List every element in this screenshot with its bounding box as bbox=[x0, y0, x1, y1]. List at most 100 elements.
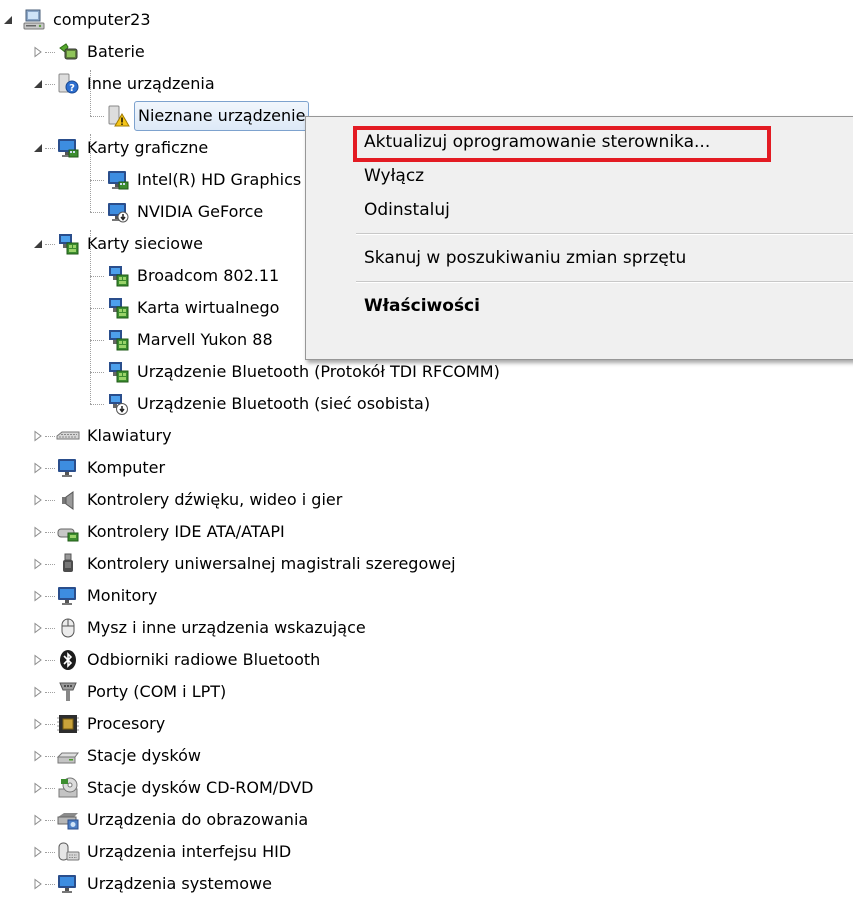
expand-arrow-icon[interactable] bbox=[32, 622, 44, 634]
tree-row-label[interactable]: computer23 bbox=[50, 4, 154, 36]
tree-row-label[interactable]: Karty sieciowe bbox=[84, 228, 206, 260]
tree-row-label[interactable]: Marvell Yukon 88 bbox=[134, 324, 276, 356]
tree-row-label[interactable]: NVIDIA GeForce bbox=[134, 196, 266, 228]
tree-connector-line bbox=[90, 404, 104, 405]
tree-connector-line bbox=[90, 134, 91, 212]
tree-row[interactable]: Klawiatury bbox=[0, 420, 853, 452]
tree-row-label[interactable]: Inne urządzenia bbox=[84, 68, 218, 100]
network-adapter-icon bbox=[106, 296, 130, 320]
expand-arrow-icon[interactable] bbox=[32, 718, 44, 730]
imaging-device-icon bbox=[56, 808, 80, 832]
tree-row-label[interactable]: Porty (COM i LPT) bbox=[84, 676, 229, 708]
tree-row-label[interactable]: Broadcom 802.11 bbox=[134, 260, 282, 292]
menu-item-wylacz[interactable]: Wyłącz bbox=[364, 159, 424, 193]
warning-device-icon bbox=[106, 104, 130, 128]
tree-row-label[interactable]: Stacje dysków CD-ROM/DVD bbox=[84, 772, 317, 804]
expand-arrow-icon[interactable] bbox=[32, 590, 44, 602]
tree-connector-line bbox=[90, 212, 104, 213]
tree-row-label[interactable]: Kontrolery uniwersalnej magistrali szere… bbox=[84, 548, 459, 580]
tree-row-label[interactable]: Odbiorniki radiowe Bluetooth bbox=[84, 644, 323, 676]
collapse-arrow-icon[interactable] bbox=[2, 14, 14, 26]
tree-row-label[interactable]: Komputer bbox=[84, 452, 168, 484]
tree-row-label[interactable]: Baterie bbox=[84, 36, 148, 68]
tree-row[interactable]: Urządzenie Bluetooth (sieć osobista) bbox=[0, 388, 853, 420]
tree-row-label[interactable]: Urządzenie Bluetooth (sieć osobista) bbox=[134, 388, 433, 420]
tree-connector-line bbox=[45, 660, 55, 661]
tree-row[interactable]: Stacje dysków bbox=[0, 740, 853, 772]
tree-row-label[interactable]: Monitory bbox=[84, 580, 160, 612]
tree-row-label[interactable]: Stacje dysków bbox=[84, 740, 204, 772]
tree-row-label[interactable]: Urządzenia systemowe bbox=[84, 868, 275, 900]
tree-row[interactable]: Porty (COM i LPT) bbox=[0, 676, 853, 708]
port-icon bbox=[56, 680, 80, 704]
tree-row[interactable]: Procesory bbox=[0, 708, 853, 740]
tree-row[interactable]: Kontrolery uniwersalnej magistrali szere… bbox=[0, 548, 853, 580]
network-adapter-icon bbox=[106, 328, 130, 352]
network-adapter-icon bbox=[106, 264, 130, 288]
tree-row-label[interactable]: Intel(R) HD Graphics bbox=[134, 164, 304, 196]
expand-arrow-icon[interactable] bbox=[32, 814, 44, 826]
tree-row[interactable]: Odbiorniki radiowe Bluetooth bbox=[0, 644, 853, 676]
expand-arrow-icon[interactable] bbox=[32, 782, 44, 794]
tree-row[interactable]: ? Inne urządzenia bbox=[0, 68, 853, 100]
expand-arrow-icon[interactable] bbox=[32, 686, 44, 698]
display-adapter-icon bbox=[106, 168, 130, 192]
expand-arrow-icon[interactable] bbox=[32, 462, 44, 474]
tree-row[interactable]: Urządzenie Bluetooth (Protokół TDI RFCOM… bbox=[0, 356, 853, 388]
tree-row-label[interactable]: Kontrolery dźwięku, wideo i gier bbox=[84, 484, 345, 516]
collapse-arrow-icon[interactable] bbox=[32, 142, 44, 154]
menu-item-odinstaluj[interactable]: Odinstaluj bbox=[364, 193, 450, 227]
tree-row[interactable]: Kontrolery IDE ATA/ATAPI bbox=[0, 516, 853, 548]
unknown-device-icon: ? bbox=[56, 72, 80, 96]
expand-arrow-icon[interactable] bbox=[32, 526, 44, 538]
network-adapter-icon bbox=[56, 232, 80, 256]
disk-drive-icon bbox=[56, 744, 80, 768]
network-adapter-icon bbox=[106, 360, 130, 384]
ide-controller-icon bbox=[56, 520, 80, 544]
monitor-icon bbox=[56, 456, 80, 480]
tree-row[interactable]: Mysz i inne urządzenia wskazujące bbox=[0, 612, 853, 644]
expand-arrow-icon[interactable] bbox=[32, 494, 44, 506]
tree-row-label[interactable]: Procesory bbox=[84, 708, 168, 740]
tree-row[interactable]: Komputer bbox=[0, 452, 853, 484]
expand-arrow-icon[interactable] bbox=[32, 558, 44, 570]
expand-arrow-icon[interactable] bbox=[32, 654, 44, 666]
tree-connector-line bbox=[45, 244, 55, 245]
tree-row[interactable]: Urządzenia interfejsu HID bbox=[0, 836, 853, 868]
bluetooth-icon bbox=[56, 648, 80, 672]
tree-row-label[interactable]: Nieznane urządzenie bbox=[134, 101, 310, 131]
collapse-arrow-icon[interactable] bbox=[32, 78, 44, 90]
tree-row[interactable]: Kontrolery dźwięku, wideo i gier bbox=[0, 484, 853, 516]
collapse-arrow-icon[interactable] bbox=[32, 238, 44, 250]
tree-row[interactable]: Monitory bbox=[0, 580, 853, 612]
monitor-icon bbox=[56, 584, 80, 608]
tree-connector-line bbox=[45, 84, 55, 85]
expand-arrow-icon[interactable] bbox=[32, 46, 44, 58]
tree-row-label[interactable]: Urządzenia interfejsu HID bbox=[84, 836, 294, 868]
svg-text:?: ? bbox=[69, 83, 75, 94]
tree-connector-line bbox=[45, 468, 55, 469]
tree-row[interactable]: Stacje dysków CD-ROM/DVD bbox=[0, 772, 853, 804]
expand-arrow-icon[interactable] bbox=[32, 750, 44, 762]
tree-connector-line bbox=[45, 436, 55, 437]
menu-item-wlasciwosci[interactable]: Właściwości bbox=[364, 289, 480, 323]
computer-icon bbox=[22, 8, 46, 32]
tree-connector-line bbox=[45, 596, 55, 597]
expand-arrow-icon[interactable] bbox=[32, 846, 44, 858]
tree-row-label[interactable]: Urządzenia do obrazowania bbox=[84, 804, 311, 836]
tree-row[interactable]: computer23 bbox=[0, 4, 853, 36]
expand-arrow-icon[interactable] bbox=[32, 430, 44, 442]
tree-row-label[interactable]: Karty graficzne bbox=[84, 132, 211, 164]
tree-row[interactable]: Baterie bbox=[0, 36, 853, 68]
tree-row-label[interactable]: Urządzenie Bluetooth (Protokół TDI RFCOM… bbox=[134, 356, 503, 388]
tree-row[interactable]: Urządzenia do obrazowania bbox=[0, 804, 853, 836]
menu-item-skanuj-w-poszukiwaniu-zmian-sprzetu[interactable]: Skanuj w poszukiwaniu zmian sprzętu bbox=[364, 241, 686, 275]
expand-arrow-icon[interactable] bbox=[32, 878, 44, 890]
tree-row[interactable]: Urządzenia systemowe bbox=[0, 868, 853, 900]
tree-row-label[interactable]: Mysz i inne urządzenia wskazujące bbox=[84, 612, 369, 644]
tree-connector-line bbox=[45, 500, 55, 501]
tree-row-label[interactable]: Kontrolery IDE ATA/ATAPI bbox=[84, 516, 288, 548]
tree-connector-line bbox=[45, 148, 55, 149]
tree-row-label[interactable]: Klawiatury bbox=[84, 420, 175, 452]
tree-row-label[interactable]: Karta wirtualnego bbox=[134, 292, 282, 324]
